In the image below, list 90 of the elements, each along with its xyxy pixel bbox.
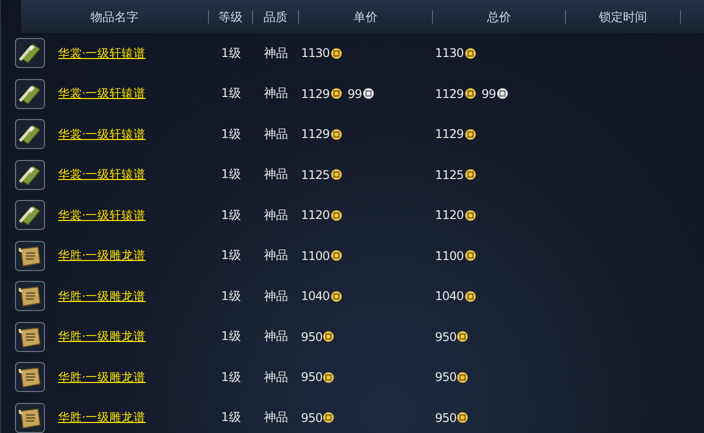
- coin-icon: [323, 412, 334, 424]
- table-cell-text: 1级: [220, 368, 242, 386]
- item-name-link[interactable]: 华胜·一级雕龙谱: [58, 248, 146, 264]
- price-amount: 950: [301, 370, 322, 384]
- item-name-link[interactable]: 华裳·一级轩辕谱: [58, 208, 146, 223]
- book-icon: [15, 38, 45, 68]
- coin-icon: [330, 169, 342, 180]
- price-amount: 1130: [301, 46, 330, 60]
- column-header[interactable]: 品质: [253, 10, 299, 24]
- price-amount: 1040: [435, 289, 464, 304]
- price-amount: 1125: [301, 168, 330, 182]
- table-cell-text: 1级: [220, 409, 242, 426]
- coin-icon: [464, 88, 476, 100]
- price-amount: 950: [301, 330, 322, 344]
- table-cell-text: 神品: [263, 85, 289, 102]
- price-amount: 1129: [435, 86, 464, 101]
- coin-icon: [457, 412, 468, 424]
- column-header[interactable]: 总价: [433, 10, 566, 24]
- book-icon: [15, 78, 45, 109]
- table-cell-text: 1级: [220, 206, 242, 224]
- price-amount: 950: [435, 330, 456, 344]
- column-header[interactable]: 物品名字: [21, 10, 209, 24]
- table-cell-text: 1级: [220, 126, 242, 143]
- coin-icon: [464, 128, 476, 140]
- item-name-link[interactable]: 华胜·一级雕龙谱: [58, 410, 146, 426]
- item-name-link[interactable]: 华胜·一级雕龙谱: [58, 288, 146, 304]
- scroll-icon: [15, 322, 45, 352]
- book-icon: [15, 119, 45, 150]
- column-header[interactable]: 锁定时间: [566, 10, 681, 24]
- table-cell-text: 神品: [263, 44, 289, 62]
- coin-icon: [330, 250, 342, 262]
- price-amount: 950: [435, 370, 456, 384]
- price-amount: 99: [482, 86, 496, 101]
- coin-icon: [330, 48, 342, 59]
- price-amount: 1129: [301, 127, 330, 142]
- price-amount: 1120: [301, 208, 330, 222]
- column-header[interactable]: 等级: [209, 10, 253, 24]
- coin-icon: [464, 290, 476, 302]
- price-amount: 1129: [301, 86, 330, 101]
- table-cell-text: 神品: [263, 166, 289, 184]
- table-cell-text: 1级: [220, 44, 242, 62]
- item-name-link[interactable]: 华胜·一级雕龙谱: [58, 370, 146, 385]
- table-cell-text: 神品: [263, 328, 289, 346]
- coin-icon: [330, 290, 342, 302]
- coin-icon: [330, 128, 342, 140]
- item-name-link[interactable]: 华裳·一级轩辕谱: [58, 126, 146, 142]
- item-name-link[interactable]: 华裳·一级轩辕谱: [58, 86, 146, 102]
- item-name-link[interactable]: 华裳·一级轩辕谱: [58, 167, 146, 182]
- table-cell-text: 神品: [263, 368, 289, 386]
- coin-icon: [464, 48, 476, 59]
- table-cell-text: 1级: [220, 85, 242, 102]
- table-cell-text: 神品: [263, 126, 289, 143]
- scroll-icon: [15, 281, 45, 312]
- table-cell-text: 1级: [220, 247, 242, 264]
- price-amount: 99: [348, 86, 362, 101]
- price-amount: 1100: [301, 248, 330, 263]
- coin-icon: [362, 88, 374, 100]
- coin-icon: [464, 169, 476, 180]
- scroll-icon: [15, 402, 45, 433]
- price-amount: 950: [301, 410, 322, 425]
- coin-icon: [323, 372, 334, 383]
- table-cell-text: 神品: [263, 206, 289, 224]
- price-amount: 1040: [301, 289, 330, 304]
- item-name-link[interactable]: 华胜·一级雕龙谱: [58, 329, 146, 344]
- item-name-link[interactable]: 华裳·一级轩辕谱: [58, 46, 146, 61]
- coin-icon: [330, 88, 342, 100]
- price-amount: 1120: [435, 208, 464, 222]
- price-amount: 950: [435, 410, 456, 425]
- scroll-icon: [15, 240, 45, 271]
- coin-icon: [457, 331, 468, 342]
- table-cell-text: 神品: [263, 247, 289, 264]
- coin-icon: [496, 88, 508, 100]
- book-icon: [15, 160, 45, 190]
- coin-icon: [464, 250, 476, 262]
- price-amount: 1129: [435, 127, 464, 142]
- book-icon: [15, 200, 45, 230]
- price-amount: 1125: [435, 168, 464, 182]
- price-amount: 1100: [435, 248, 464, 263]
- table-cell-text: 神品: [263, 288, 289, 305]
- column-header[interactable]: 单价: [299, 10, 433, 24]
- table-cell-text: 1级: [220, 328, 242, 346]
- scroll-icon: [15, 362, 45, 392]
- coin-icon: [323, 331, 334, 342]
- coin-icon: [464, 210, 476, 221]
- price-amount: 1130: [435, 46, 464, 60]
- table-cell-text: 1级: [220, 166, 242, 184]
- table-cell-text: 神品: [263, 409, 289, 426]
- coin-icon: [330, 210, 342, 221]
- coin-icon: [457, 372, 468, 383]
- table-cell-text: 1级: [220, 288, 242, 305]
